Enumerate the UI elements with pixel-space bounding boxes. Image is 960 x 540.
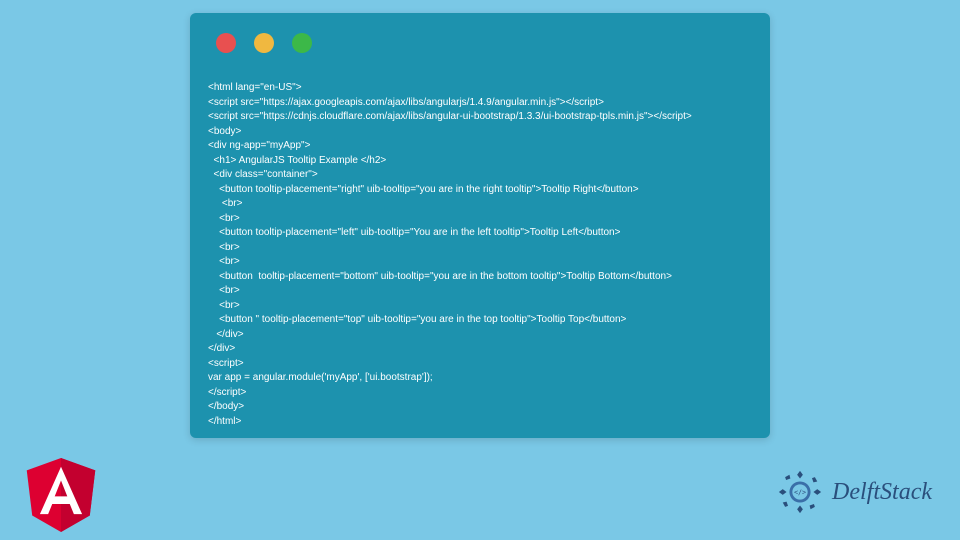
svg-text:</>: </> [794, 488, 806, 496]
delftstack-brand: </> DelftStack [776, 468, 932, 516]
maximize-icon [292, 33, 312, 53]
delftstack-logo-icon: </> [776, 468, 824, 516]
close-icon [216, 33, 236, 53]
window-controls [190, 13, 770, 53]
code-block: <html lang="en-US"> <script src="https:/… [190, 53, 770, 439]
minimize-icon [254, 33, 274, 53]
code-window: <html lang="en-US"> <script src="https:/… [190, 13, 770, 438]
code-text: <html lang="en-US"> <script src="https:/… [208, 81, 752, 429]
angular-logo-icon [26, 458, 96, 532]
brand-text: DelftStack [832, 479, 932, 506]
